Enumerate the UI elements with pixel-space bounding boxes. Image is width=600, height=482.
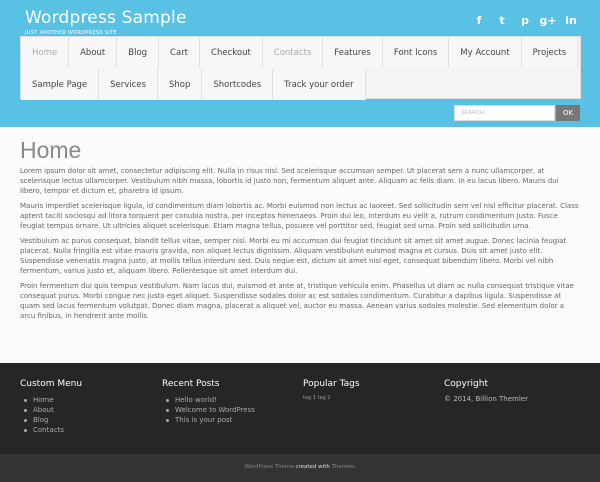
nav-item-shortcodes[interactable]: Shortcodes [202, 69, 274, 100]
theme-credit: WordPress Theme created with Themler. [0, 464, 600, 470]
footer-custom-menu: Custom Menu Home About Blog Contacts [20, 379, 82, 435]
footer-heading: Popular Tags [303, 379, 360, 389]
twitter-icon[interactable]: t [495, 13, 509, 27]
footer-heading: Custom Menu [20, 379, 83, 389]
search-input[interactable]: SEARCH [454, 105, 555, 121]
nav-item-home[interactable]: Home [21, 37, 70, 68]
themler-link[interactable]: Themler [332, 464, 354, 470]
nav-item-projects[interactable]: Projects [521, 37, 579, 68]
footer-menu-home[interactable]: Home [20, 395, 82, 405]
main-content: Home Lorem ipsum dolor sit amet, consect… [0, 127, 600, 363]
paragraph: Proin fermentum dui quis tempus vestibul… [20, 282, 574, 320]
main-nav: Home About Blog Cart Checkout Contacts F… [20, 36, 581, 100]
nav-item-my-account[interactable]: My Account [449, 37, 522, 68]
google-plus-icon[interactable]: g+ [539, 13, 556, 27]
page-title: Home [20, 137, 82, 163]
paragraph: Lorem ipsum dolor sit amet, consectetur … [20, 167, 559, 195]
recent-post-link[interactable]: This is your post [162, 415, 255, 425]
recent-post-link[interactable]: Welcome to WordPress [162, 405, 255, 415]
site-title[interactable]: Wordpress Sample [25, 8, 187, 28]
nav-item-services[interactable]: Services [99, 69, 158, 100]
page-body: Lorem ipsum dolor sit amet, consectetur … [20, 166, 580, 326]
tag-cloud[interactable]: tag 1 tag 2 [303, 395, 360, 401]
footer-popular-tags: Popular Tags tag 1 tag 2 [303, 379, 360, 401]
social-icons: f t p g+ in [472, 13, 578, 27]
nav-item-font-icons[interactable]: Font Icons [382, 37, 450, 68]
nav-item-about[interactable]: About [69, 37, 118, 68]
footer-menu-about[interactable]: About [20, 405, 82, 415]
footer-menu-contacts[interactable]: Contacts [20, 425, 82, 435]
pinterest-icon[interactable]: p [518, 13, 532, 27]
footer-recent-posts: Recent Posts Hello world! Welcome to Wor… [162, 379, 255, 425]
nav-item-track-order[interactable]: Track your order [273, 69, 366, 100]
nav-item-cart[interactable]: Cart [159, 37, 201, 68]
linkedin-icon[interactable]: in [564, 13, 578, 27]
nav-row-1: Home About Blog Cart Checkout Contacts F… [21, 37, 579, 68]
footer-copyright: Copyright © 2014, Billion Themler [444, 379, 528, 403]
site-header: Wordpress Sample JUST ANOTHER WORDPRESS … [0, 0, 600, 127]
nav-item-shop[interactable]: Shop [158, 69, 203, 100]
credit-period: . [353, 464, 356, 470]
nav-item-checkout[interactable]: Checkout [200, 37, 263, 68]
paragraph: Mauris imperdiet scelerisque ligula, id … [20, 202, 579, 230]
facebook-icon[interactable]: f [472, 13, 486, 27]
recent-post-link[interactable]: Hello world! [162, 395, 255, 405]
theme-link[interactable]: WordPress Theme [244, 464, 293, 470]
nav-item-sample-page[interactable]: Sample Page [21, 69, 100, 100]
nav-item-features[interactable]: Features [323, 37, 383, 68]
copyright-text: © 2014, Billion Themler [444, 395, 528, 403]
site-footer: Custom Menu Home About Blog Contacts Rec… [0, 363, 600, 454]
footer-heading: Copyright [444, 379, 488, 389]
credit-text: created with [295, 464, 330, 470]
footer-menu-blog[interactable]: Blog [20, 415, 82, 425]
nav-item-contacts[interactable]: Contacts [262, 37, 324, 68]
paragraph: Vestibulum ac purus consequat, blandit t… [20, 237, 567, 275]
nav-item-blog[interactable]: Blog [117, 37, 160, 68]
nav-row-2: Sample Page Services Shop Shortcodes Tra… [21, 69, 366, 100]
footer-heading: Recent Posts [162, 379, 220, 389]
bottom-bar: WordPress Theme created with Themler. [0, 454, 600, 482]
search-button[interactable]: OK [556, 105, 580, 121]
